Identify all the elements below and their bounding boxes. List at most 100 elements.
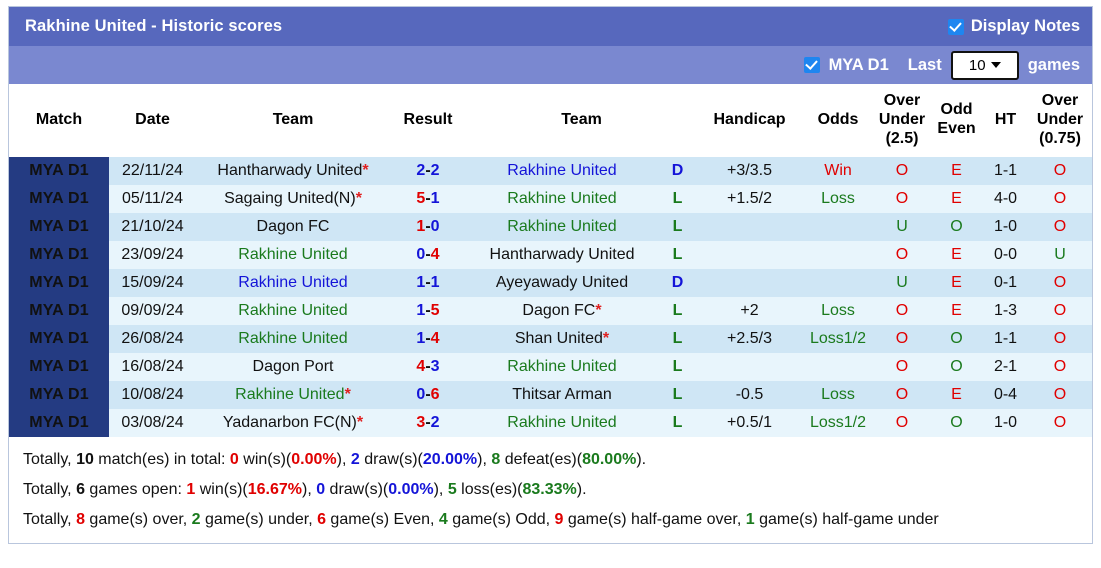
cell-league[interactable]: MYA D1 [9,324,109,353]
cell-team-away[interactable]: Shan United* [466,324,658,353]
ou075-letter: O [1053,189,1067,207]
team-name: Hantharwady United [489,245,635,263]
summary-value: 1 [186,480,196,498]
col-header-over-under-075[interactable]: Over Under (0.75) [1028,84,1093,157]
cell-team-away[interactable]: Rakhine United [466,408,658,437]
cell-league[interactable]: MYA D1 [9,268,109,297]
cell-team-away[interactable]: Dagon FC* [466,296,658,325]
cell-team-home[interactable]: Sagaing United(N)* [196,184,390,213]
odds-result: Loss [821,301,855,319]
col-header-handicap[interactable]: Handicap [697,84,803,157]
col-header-date[interactable]: Date [109,84,196,157]
ou075-letter: O [1053,357,1067,375]
cell-league[interactable]: MYA D1 [9,240,109,269]
cell-over-under-075: O [1028,380,1093,409]
table-row[interactable]: MYA D1 16/08/24 Dagon Port 4-3 Rakhine Unite… [9,352,1093,381]
display-notes-label: Display Notes [970,17,1080,35]
score-away: 6 [430,385,440,403]
cell-result[interactable]: 2-2 [390,156,466,185]
cell-handicap: -0.5 [697,380,803,409]
cell-team-away[interactable]: Rakhine United [466,212,658,241]
col-header-team-home[interactable]: Team [196,84,390,157]
col-header-odds[interactable]: Odds [802,84,875,157]
cell-league[interactable]: MYA D1 [9,184,109,213]
display-notes-control[interactable]: Display Notes [947,17,1080,36]
summary-text: win(s)( [238,450,292,468]
summary-value: 83.33% [522,480,577,498]
cell-date: 16/08/24 [109,352,196,381]
cell-league[interactable]: MYA D1 [9,296,109,325]
cell-team-home[interactable]: Dagon FC [196,212,390,241]
league-filter-checkbox[interactable] [803,57,820,73]
cell-result[interactable]: 4-3 [390,352,466,381]
ou25-letter: O [895,301,909,319]
cell-league[interactable]: MYA D1 [9,408,109,437]
oddeven-letter: O [950,217,963,235]
cell-result[interactable]: 5-1 [390,184,466,213]
col-header-ht[interactable]: HT [983,84,1029,157]
cell-league[interactable]: MYA D1 [9,380,109,409]
col-header-over-under-25[interactable]: Over Under (2.5) [874,84,931,157]
cell-over-under-25: O [874,240,931,269]
cell-over-under-075: O [1028,408,1093,437]
cell-team-away[interactable]: Rakhine United [466,184,658,213]
score-away: 2 [430,413,440,431]
team-name: Rakhine United [238,273,348,291]
oddeven-letter: E [951,189,962,207]
cell-team-home[interactable]: Dagon Port [196,352,390,381]
neutral-venue-asterisk: * [344,385,351,403]
cell-league[interactable]: MYA D1 [9,352,109,381]
cell-team-home[interactable]: Yadanarbon FC(N)* [196,408,390,437]
table-row[interactable]: MYA D1 26/08/24 Rakhine United 1-4 Shan Unit… [9,324,1093,353]
summary-footer: Totally, 10 match(es) in total: 0 win(s)… [9,436,1092,543]
cell-team-home[interactable]: Rakhine United [196,268,390,297]
table-row[interactable]: MYA D1 05/11/24 Sagaing United(N)* 5-1 Rakhi… [9,184,1093,213]
cell-team-away[interactable]: Thitsar Arman [466,380,658,409]
cell-team-away[interactable]: Hantharwady United [466,240,658,269]
cell-team-home[interactable]: Rakhine United [196,296,390,325]
cell-team-home[interactable]: Rakhine United* [196,380,390,409]
oddeven-letter: E [951,245,962,263]
cell-result[interactable]: 1-0 [390,212,466,241]
cell-result[interactable]: 1-4 [390,324,466,353]
display-notes-checkbox[interactable] [947,18,964,35]
cell-result[interactable]: 0-6 [390,380,466,409]
cell-league[interactable]: MYA D1 [9,156,109,185]
ou075-line1: Over [1041,92,1079,109]
cell-team-away[interactable]: Rakhine United [466,156,658,185]
table-row[interactable]: MYA D1 22/11/24 Hantharwady United* 2-2 Rakh… [9,156,1093,185]
summary-value: 16.67% [247,480,302,498]
table-row[interactable]: MYA D1 09/09/24 Rakhine United 1-5 Dagon FC*… [9,296,1093,325]
cell-over-under-25: U [874,212,931,241]
cell-handicap: +1.5/2 [697,184,803,213]
cell-over-under-25: O [874,296,931,325]
table-row[interactable]: MYA D1 10/08/24 Rakhine United* 0-6 Thitsar … [9,380,1093,409]
cell-outcome: L [658,408,698,437]
cell-result[interactable]: 1-5 [390,296,466,325]
cell-team-home[interactable]: Rakhine United [196,324,390,353]
cell-date: 09/09/24 [109,296,196,325]
cell-team-away[interactable]: Ayeyawady United [466,268,658,297]
last-games-select[interactable]: 10 [950,50,1019,80]
table-row[interactable]: MYA D1 15/09/24 Rakhine United 1-1 Ayeyawady… [9,268,1093,297]
col-header-match[interactable]: Match [9,84,109,157]
cell-odds: Win [802,156,875,185]
cell-result[interactable]: 3-2 [390,408,466,437]
cell-result[interactable]: 0-4 [390,240,466,269]
col-header-team-away[interactable]: Team [466,84,698,157]
cell-team-away[interactable]: Rakhine United [466,352,658,381]
table-row[interactable]: MYA D1 03/08/24 Yadanarbon FC(N)* 3-2 Rakhin… [9,408,1093,437]
cell-team-home[interactable]: Rakhine United [196,240,390,269]
summary-line-total: Totally, 10 match(es) in total: 0 win(s)… [23,445,1082,475]
table-row[interactable]: MYA D1 21/10/24 Dagon FC 1-0 Rakhine United L… [9,212,1093,241]
summary-text: ). [576,480,587,498]
col-header-odd-even[interactable]: Odd Even [930,84,984,157]
col-header-result[interactable]: Result [390,84,466,157]
outcome-letter: D [671,273,684,291]
cell-league[interactable]: MYA D1 [9,212,109,241]
cell-result[interactable]: 1-1 [390,268,466,297]
cell-team-home[interactable]: Hantharwady United* [196,156,390,185]
neutral-venue-asterisk: * [595,301,602,319]
table-row[interactable]: MYA D1 23/09/24 Rakhine United 0-4 Hantharwa… [9,240,1093,269]
cell-date: 22/11/24 [109,156,196,185]
